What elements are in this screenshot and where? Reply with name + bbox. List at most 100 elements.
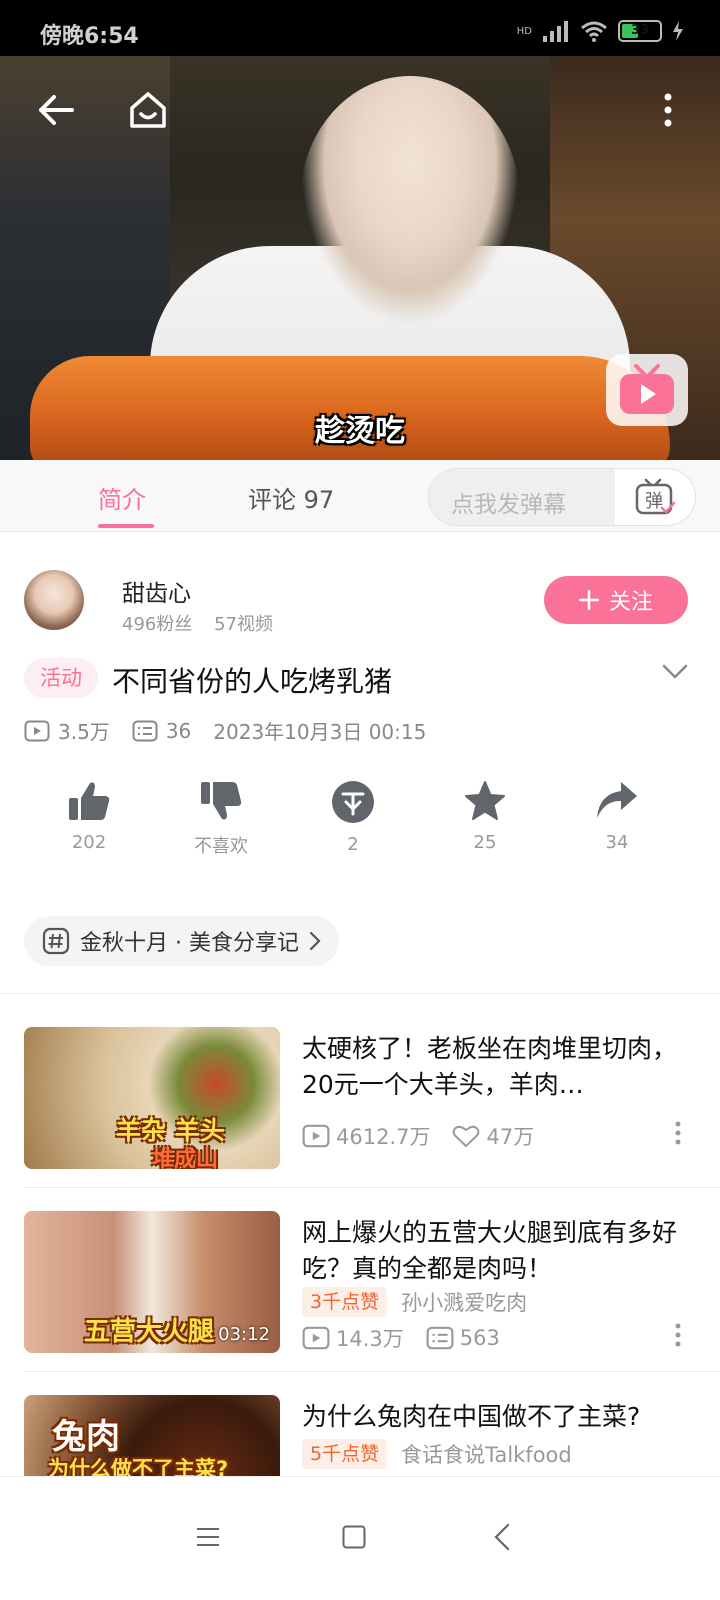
video-meta: 3千点赞 孙小溅爱吃肉 [302, 1287, 527, 1317]
video-stats: 14.3万 563 [302, 1323, 522, 1353]
active-tab-indicator [98, 524, 154, 528]
play-count-icon [302, 1326, 330, 1350]
follow-button[interactable]: 关注 [544, 576, 688, 624]
danmaku-count: 563 [426, 1326, 500, 1350]
share-count: 34 [605, 832, 629, 853]
thumbnail-caption: 为什么做不了主菜? [48, 1457, 229, 1476]
like-count: 202 [71, 832, 107, 853]
home-button[interactable] [124, 86, 172, 134]
back-button[interactable] [32, 86, 80, 134]
action-row: 202 不喜欢 2 25 34 [0, 780, 720, 860]
expand-description-button[interactable] [662, 664, 688, 684]
video-author: 孙小溅爱吃肉 [401, 1291, 528, 1315]
danmaku-count-icon [132, 720, 158, 741]
video-duration: 03:12 [218, 1324, 270, 1345]
coin-button[interactable]: 2 [293, 780, 413, 855]
menu-nav-button[interactable] [178, 1511, 238, 1563]
dislike-label: 不喜欢 [194, 836, 248, 857]
video-title: 网上爆火的五营大火腿到底有多好吃？真的全都是肉吗！ [302, 1218, 678, 1283]
video-person [300, 76, 520, 326]
video-title: 为什么兔肉在中国做不了主菜? [302, 1402, 641, 1431]
recommended-video[interactable]: 羊杂 羊头 堆成山 太硬核了！老板坐在肉堆里切肉，20元一个大羊头，羊肉… 46… [0, 1027, 720, 1207]
plus-icon [578, 590, 599, 610]
play-count: 4612.7万 [302, 1121, 430, 1151]
home-icon [130, 92, 166, 128]
likes-badge: 5千点赞 [302, 1439, 388, 1469]
danmaku-placeholder: 点我发弹幕 [451, 492, 566, 518]
like-button[interactable]: 202 [29, 780, 149, 853]
more-options-button[interactable] [644, 86, 692, 134]
play-count-value: 3.5万 [58, 720, 110, 744]
danmaku-count-value: 563 [459, 1326, 500, 1350]
video-thumbnail[interactable]: 兔肉 为什么做不了主菜? [24, 1395, 280, 1476]
danmaku-toggle-button[interactable]: 弹 [615, 469, 695, 525]
list-divider [24, 1371, 720, 1372]
avatar[interactable] [24, 570, 84, 630]
more-options-button[interactable] [674, 1121, 682, 1149]
chevron-left-icon [494, 1523, 510, 1551]
thumbnail-caption: 兔肉 [52, 1417, 120, 1457]
play-count: 3.5万 [24, 716, 110, 745]
home-nav-button[interactable] [324, 1511, 384, 1563]
play-button[interactable] [606, 354, 688, 426]
more-options-button[interactable] [674, 1323, 682, 1351]
likes-badge: 3千点赞 [302, 1287, 388, 1317]
hd-label: HD [516, 25, 532, 37]
danmaku-icon: 弹 [635, 478, 676, 515]
like-count: 47万 [452, 1121, 534, 1151]
tab-bar: 简介 评论 97 点我发弹幕 弹 [0, 460, 720, 532]
favorite-button[interactable]: 25 [425, 780, 545, 853]
recommended-video[interactable]: 兔肉 为什么做不了主菜? 为什么兔肉在中国做不了主菜? 5千点赞 食话食说Tal… [0, 1395, 720, 1476]
charging-icon [673, 21, 683, 41]
danmaku-button-label: 弹 [645, 491, 663, 512]
recommended-video[interactable]: 五营大火腿 03:12 网上爆火的五营大火腿到底有多好吃？真的全都是肉吗！ 3千… [0, 1211, 720, 1391]
thumbs-up-icon [69, 782, 110, 820]
play-count-icon [302, 1124, 330, 1148]
vertical-dots-icon [675, 1121, 681, 1145]
topic-chip[interactable]: 金秋十月 · 美食分享记 [24, 916, 339, 966]
uploader-name[interactable]: 甜齿心 [122, 574, 191, 608]
video-thumbnail[interactable]: 五营大火腿 03:12 [24, 1211, 280, 1353]
danmaku-count-icon [426, 1326, 454, 1350]
tab-intro[interactable]: 简介 [98, 480, 146, 515]
video-title: 不同省份的人吃烤乳猪 [112, 665, 393, 698]
publish-date: 2023年10月3日 00:15 [213, 720, 427, 744]
status-bar: 傍晚6:54 HD 33 [0, 0, 720, 56]
battery-level: 33 [630, 23, 650, 38]
danmaku-input[interactable]: 点我发弹幕 弹 [428, 468, 696, 526]
follow-label: 关注 [608, 590, 653, 615]
menu-icon [197, 1528, 219, 1546]
dislike-button[interactable]: 不喜欢 [161, 780, 281, 858]
share-button[interactable]: 34 [557, 780, 677, 853]
play-count-icon [24, 720, 50, 741]
tab-comments[interactable]: 评论 97 [248, 480, 334, 515]
video-title: 太硬核了！老板坐在肉堆里切肉，20元一个大羊头，羊肉… [302, 1034, 678, 1099]
back-nav-button[interactable] [472, 1511, 532, 1563]
thumbnail-caption: 五营大火腿 [84, 1317, 215, 1347]
chevron-down-icon [662, 664, 688, 679]
play-count-value: 4612.7万 [336, 1125, 431, 1149]
favorite-count: 25 [473, 832, 497, 853]
activity-tag[interactable]: 活动 [24, 658, 98, 698]
heart-icon [453, 1125, 480, 1148]
video-stats: 4612.7万 47万 [302, 1121, 556, 1151]
status-time: 傍晚6:54 [40, 24, 139, 49]
video-thumbnail[interactable]: 羊杂 羊头 堆成山 [24, 1027, 280, 1169]
danmaku-count-value: 36 [165, 718, 192, 743]
vertical-dots-icon [664, 93, 672, 127]
chevron-right-icon [309, 931, 321, 951]
hashtag-icon [42, 927, 70, 955]
topic-label: 金秋十月 · 美食分享记 [80, 931, 299, 956]
star-icon [465, 781, 505, 820]
section-divider [0, 993, 720, 994]
video-meta: 5千点赞 食话食说Talkfood [302, 1439, 572, 1469]
uploader-videos: 57视频 [214, 614, 273, 635]
video-player[interactable]: 趁烫吃 [0, 56, 720, 460]
battery-icon: 33 [618, 20, 662, 42]
uploader-meta: 496粉丝 57视频 [122, 610, 273, 636]
thumbnail-caption: 堆成山 [152, 1147, 219, 1169]
wifi-icon [581, 21, 607, 42]
system-nav-bar [0, 1476, 720, 1600]
video-stats: 3.5万 36 2023年10月3日 00:15 [24, 716, 426, 745]
video-author: 食话食说Talkfood [401, 1443, 572, 1467]
